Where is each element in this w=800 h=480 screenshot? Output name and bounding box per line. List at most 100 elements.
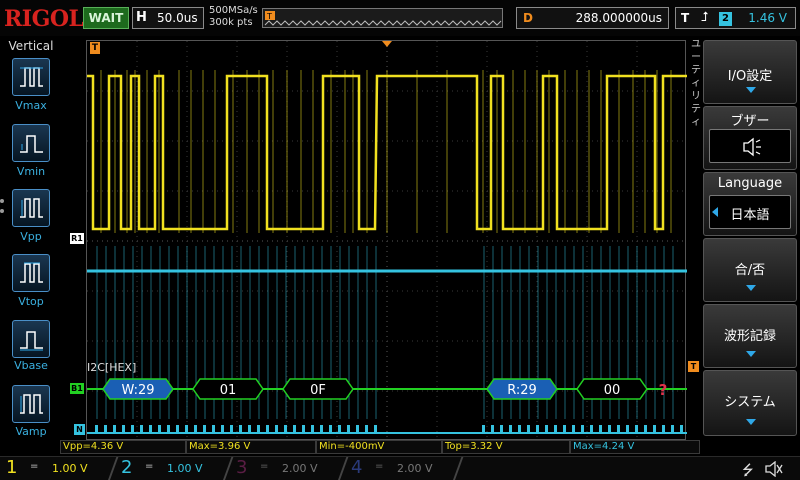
ch2-bottom-pulse [311, 425, 314, 433]
bus-packet-text: 00 [604, 383, 621, 398]
ch2-bottom-pulse [374, 425, 377, 433]
ch2-bottom-pulse [122, 425, 125, 433]
io-settings-label: I/O設定 [727, 69, 773, 84]
measurement-top[interactable]: Top=3.32 V [442, 440, 570, 454]
ch2-bottom-pulse [248, 425, 251, 433]
chevron-down-icon [746, 87, 756, 93]
vmin-button[interactable] [12, 124, 50, 162]
language-button[interactable]: Language 日本語 [703, 172, 797, 236]
sample-rate-info: 500MSa/s 300k pts [209, 5, 258, 29]
ch2-bottom-pulse [563, 425, 566, 433]
ch2-bottom-pulse [644, 425, 647, 433]
ch2-bottom-pulse [320, 425, 323, 433]
system-button[interactable]: システム [703, 370, 797, 436]
vmin-label: Vmin [16, 165, 46, 178]
ch2-bottom-pulse [554, 425, 557, 433]
vbase-button[interactable] [12, 320, 50, 358]
horizontal-timebase-box[interactable]: H 50.0us [132, 7, 204, 29]
ch2-bottom-pulse [617, 425, 620, 433]
channel-4[interactable]: 4 = 2.00 V [345, 457, 457, 480]
ch2-bottom-pulse [167, 425, 170, 433]
bus-packet-text: W:29 [121, 383, 154, 398]
ch2-bottom-pulse [104, 425, 107, 433]
ch2-bottom-pulse [257, 425, 260, 433]
ch2-bottom-pulse [500, 425, 503, 433]
ch2-bottom-pulse [653, 425, 656, 433]
sample-rate: 500MSa/s [209, 5, 258, 16]
language-value: 日本語 [730, 208, 770, 223]
system-label: システム [724, 395, 776, 410]
ch2-bottom-pulse [176, 425, 179, 433]
ch2-bottom-pulse [527, 425, 530, 433]
channel-bar: 1 = 1.00 V 2 = 1.00 V 3 = 2.00 V 4 = 2.0… [0, 456, 800, 480]
trigger-key: T [681, 11, 690, 25]
chevron-down-icon [746, 285, 756, 291]
trigger-delay-marker [382, 41, 392, 47]
ch2-bottom-pulse [509, 425, 512, 433]
vmax-label: Vmax [15, 99, 47, 112]
ch2-bottom-pulse [212, 425, 215, 433]
vtop-button[interactable] [12, 254, 50, 292]
bus-packet-text: R:29 [507, 383, 537, 398]
speaker-icon[interactable] [764, 461, 784, 477]
ch2-bottom-pulse [113, 425, 116, 433]
ch2-bottom-pulse [239, 425, 242, 433]
vamp-label: Vamp [15, 425, 47, 438]
vpp-label: Vpp [20, 230, 42, 243]
trigger-level-marker[interactable]: T [688, 361, 699, 372]
vtop-label: Vtop [18, 295, 44, 308]
delay-box[interactable]: D 288.000000us [516, 7, 669, 29]
vtop-icon [20, 262, 43, 283]
ch2-bottom-pulse [608, 425, 611, 433]
measurement-max[interactable]: Max=3.96 V [186, 440, 316, 454]
buzzer-button[interactable]: ブザー [703, 106, 797, 170]
bus-packet-text: 01 [220, 383, 237, 398]
waveform-display[interactable]: I2C[HEX] W:29 01 0F R:29 00? [86, 40, 687, 441]
acquisition-status: WAIT [83, 7, 129, 29]
ch2-bottom-pulse [365, 425, 368, 433]
vbase-label: Vbase [14, 359, 48, 372]
channel-2[interactable]: 2 = 1.00 V [115, 457, 227, 480]
channel-1-number: 1 [6, 457, 18, 478]
trigger-box[interactable]: T ⮥ 2 1.46 V [675, 7, 796, 29]
chevron-down-icon [746, 419, 756, 425]
measurement-min[interactable]: Min=-400mV [316, 440, 442, 454]
bus-marker[interactable]: B1 [70, 383, 84, 394]
ch1-reference-marker[interactable]: R1 [70, 233, 84, 244]
ch2-bottom-pulse [221, 425, 224, 433]
channel-3[interactable]: 3 = 2.00 V [230, 457, 342, 480]
vmax-button[interactable] [12, 58, 50, 96]
ch2-bottom-pulse [284, 425, 287, 433]
ch2-bottom-pulse [203, 425, 206, 433]
ch2-bottom-pulse [626, 425, 629, 433]
channel-1[interactable]: 1 = 1.00 V [0, 457, 112, 480]
memory-waveform-icon: T [264, 11, 502, 26]
delay-value: 288.000000us [575, 11, 662, 25]
chevron-down-icon [746, 351, 756, 357]
vamp-button[interactable] [12, 385, 50, 423]
vbase-icon [20, 331, 43, 351]
vmin-icon [20, 135, 43, 153]
memory-overview-strip[interactable]: T [262, 8, 503, 28]
channel-4-scale: 2.00 V [397, 462, 433, 475]
measurement-vpp[interactable]: Vpp=4.36 V [60, 440, 186, 454]
memory-depth: 300k pts [209, 17, 253, 28]
ch2-bottom-pulse [635, 425, 638, 433]
io-settings-button[interactable]: I/O設定 [703, 40, 797, 104]
buzzer-label: ブザー [730, 114, 770, 129]
channel-3-number: 3 [236, 457, 248, 478]
trigger-position-marker: T [90, 42, 100, 54]
waveform-record-button[interactable]: 波形記録 [703, 304, 797, 368]
vamp-icon [20, 394, 43, 414]
waveform-record-label: 波形記録 [723, 329, 776, 344]
vpp-button[interactable] [12, 189, 50, 227]
delay-key: D [523, 11, 533, 25]
ch2-bottom-pulse [518, 425, 521, 433]
ch2-marker[interactable]: N [74, 424, 85, 435]
ch2-bottom-pulse [338, 425, 341, 433]
ch2-bottom-pulse [329, 425, 332, 433]
measurement-max-ch2[interactable]: Max=4.24 V [570, 440, 700, 454]
ch2-bottom-pulse [680, 425, 683, 433]
pass-fail-button[interactable]: 合/否 [703, 238, 797, 302]
decode-error-mark: ? [659, 381, 668, 399]
